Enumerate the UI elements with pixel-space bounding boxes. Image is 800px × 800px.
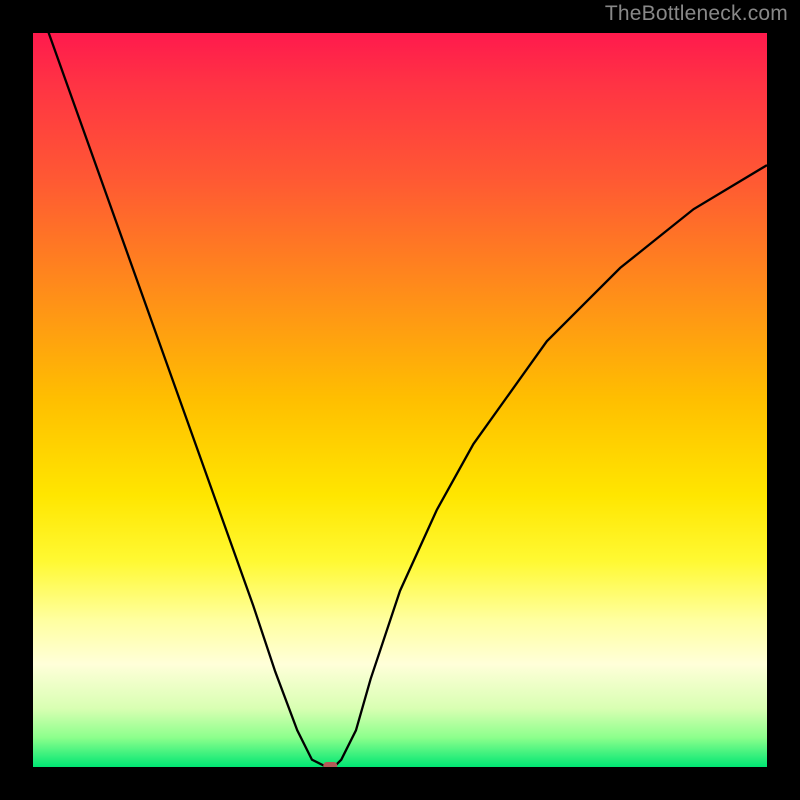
chart-frame: TheBottleneck.com: [0, 0, 800, 800]
bottleneck-curve: [33, 33, 767, 767]
minimum-marker: [323, 762, 337, 767]
watermark-text: TheBottleneck.com: [605, 2, 788, 26]
curve-layer: [33, 33, 767, 767]
plot-area: [33, 33, 767, 767]
